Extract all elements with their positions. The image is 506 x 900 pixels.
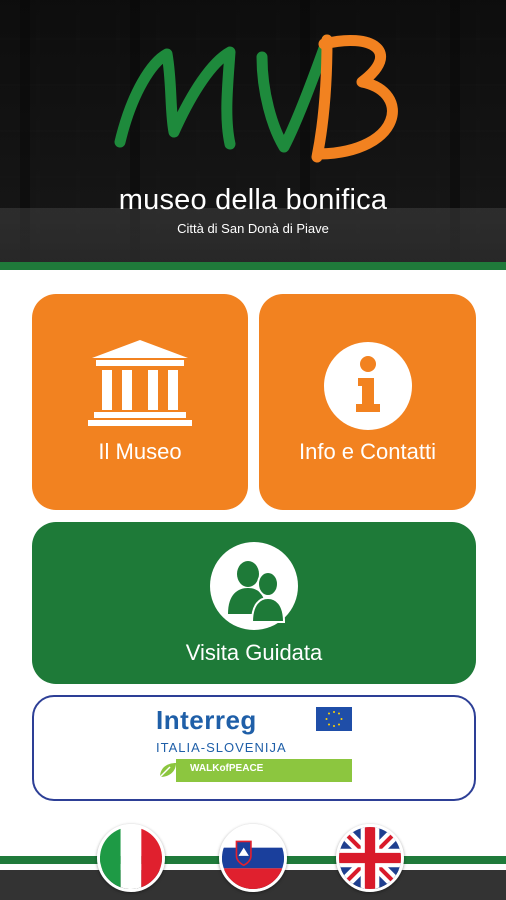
info-contatti-button[interactable]: Info e Contatti — [259, 294, 476, 510]
header-banner: museo della bonifica Città di San Donà d… — [0, 0, 506, 268]
interreg-logo-text: Interreg — [156, 705, 257, 735]
info-icon — [324, 342, 412, 430]
visita-guidata-label: Visita Guidata — [185, 640, 323, 665]
eu-flag-icon — [316, 707, 352, 731]
museo-button[interactable]: Il Museo — [32, 294, 248, 510]
header-divider-green — [0, 262, 506, 270]
english-language-button[interactable] — [336, 824, 404, 892]
city-subtitle: Città di San Donà di Piave — [177, 221, 329, 236]
italian-language-button[interactable] — [97, 824, 165, 892]
uk-flag-icon — [339, 827, 401, 889]
header-divider-white — [0, 270, 506, 276]
slovenia-flag-icon — [222, 827, 284, 889]
italy-flag-icon — [100, 827, 162, 889]
background-floor — [0, 208, 506, 268]
leaf-icon — [159, 763, 176, 778]
people-icon — [210, 542, 298, 630]
walkofpeace-label: WALKofPEACE — [190, 763, 264, 774]
visita-guidata-button[interactable]: Visita Guidata — [32, 522, 476, 684]
museum-icon — [88, 340, 192, 426]
museo-label: Il Museo — [98, 439, 182, 464]
museum-title: museo della bonifica — [118, 184, 388, 216]
interreg-banner[interactable]: Interreg ITALIA-SLOVENIJA WALKofPEACE — [32, 695, 476, 801]
info-contatti-label: Info e Contatti — [299, 439, 436, 464]
slovenian-language-button[interactable] — [219, 824, 287, 892]
interreg-country: ITALIA-SLOVENIJA — [156, 740, 287, 755]
mvb-logo — [114, 34, 398, 163]
